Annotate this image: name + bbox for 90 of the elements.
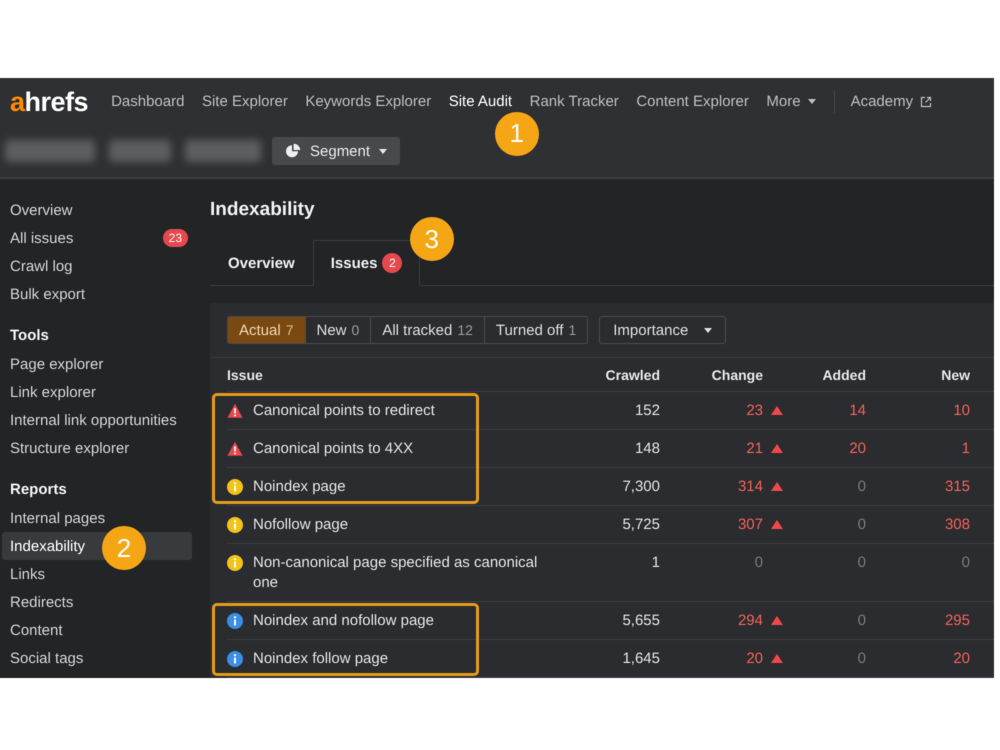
sidebar-item[interactable]: Overview (2, 196, 77, 224)
table-cell: Canonical points to redirect (253, 401, 435, 421)
sidebar-item[interactable]: Content (2, 616, 67, 644)
table-cell: 1 (962, 439, 970, 459)
caret-icon (704, 328, 712, 332)
count-badge: 23 (162, 229, 188, 247)
table-cell: 0 (858, 515, 866, 535)
column-header: New (941, 366, 970, 382)
info-icon (227, 517, 243, 533)
sidebar-item[interactable]: Redirects (2, 588, 78, 616)
sidebar-item[interactable]: Structure explorer (2, 434, 134, 462)
table-cell: 7,300 (622, 477, 660, 497)
info-icon (227, 651, 243, 667)
warning-triangle-icon (227, 403, 243, 419)
nav-link[interactable]: Dashboard (111, 92, 184, 112)
logo-wordmark[interactable]: ahrefs (10, 86, 88, 116)
sidebar-item[interactable]: Social tags (2, 644, 88, 672)
table-cell: 1,645 (622, 649, 660, 669)
table-cell: 0 (858, 611, 866, 631)
table-cell: 20 (849, 439, 866, 459)
segment-button[interactable]: Segment (272, 137, 400, 165)
column-header: Change (712, 366, 763, 382)
caret-icon (379, 148, 388, 154)
table-cell: 14 (849, 401, 866, 421)
table-cell: 0 (754, 553, 763, 573)
sidebar-item[interactable]: Link explorer (2, 378, 100, 406)
sidebar-heading: Reports (9, 480, 68, 500)
table-cell: Noindex page (253, 477, 346, 497)
filter-segment[interactable]: New 0 (304, 317, 370, 343)
table-cell: 294 (738, 611, 763, 631)
info-icon (227, 479, 243, 495)
table-cell: 21 (746, 439, 763, 459)
table-cell: 5,655 (622, 611, 660, 631)
nav-link[interactable]: Site Explorer (202, 92, 288, 112)
caret-icon (808, 99, 816, 104)
info-icon (227, 555, 243, 571)
tab[interactable]: Issues 2 (312, 240, 420, 286)
table-cell: 10 (953, 401, 970, 421)
info-icon (227, 613, 243, 629)
column-header: Issue (227, 366, 263, 382)
sidebar-item[interactable]: Crawl log (2, 252, 77, 280)
filter-segment[interactable]: Turned off 1 (484, 317, 588, 343)
table-cell: 314 (738, 477, 763, 497)
table-cell: 295 (944, 611, 970, 631)
table-cell: 0 (858, 649, 866, 669)
table-cell: 23 (746, 401, 763, 421)
table-cell: 0 (858, 553, 866, 573)
filter-segment[interactable]: All tracked 12 (370, 317, 484, 343)
pie-chart-icon (285, 143, 301, 159)
sidebar-item[interactable]: Indexability (2, 532, 90, 560)
table-cell: 315 (944, 477, 970, 497)
warning-triangle-icon (227, 441, 243, 457)
table-cell: 0 (962, 553, 970, 573)
step-marker: 3 (410, 217, 454, 261)
column-header: Crawled (606, 366, 660, 382)
count-badge: 2 (382, 253, 402, 273)
step-marker: 2 (102, 526, 146, 570)
sidebar-item[interactable]: Page explorer (2, 350, 108, 378)
table-cell: Noindex and nofollow page (253, 611, 434, 631)
table-cell: 148 (634, 439, 660, 459)
table-cell: Noindex follow page (253, 649, 388, 669)
table-cell: 308 (944, 515, 970, 535)
tab[interactable]: Overview (210, 240, 313, 286)
nav-link[interactable]: Content Explorer (636, 92, 749, 112)
sidebar-item[interactable]: Internal link opportunities (2, 406, 181, 434)
external-link-icon (920, 96, 932, 108)
page-title: Indexability (210, 198, 315, 222)
nav-link[interactable]: More (766, 92, 816, 112)
table-cell: 20 (746, 649, 763, 669)
sidebar-item[interactable]: Links (2, 560, 50, 588)
table-cell: 20 (953, 649, 970, 669)
sidebar-heading: Tools (9, 326, 50, 346)
nav-link[interactable]: Site Audit (448, 92, 512, 112)
table-cell: Nofollow page (253, 515, 348, 535)
table-cell: 1 (652, 553, 660, 573)
column-header: Added (822, 366, 866, 382)
nav-link[interactable]: Rank Tracker (530, 92, 619, 112)
table-cell-text: Non-canonical page specified as canonical one (253, 553, 538, 593)
table-cell: Canonical points to 4XX (253, 439, 414, 459)
sidebar-item[interactable]: All issues (2, 224, 78, 252)
sort-dropdown[interactable]: Importance (599, 316, 726, 344)
table-cell: 152 (634, 401, 660, 421)
sidebar-item[interactable]: Bulk export (2, 280, 90, 308)
nav-link[interactable]: Academy (850, 92, 932, 112)
nav-link[interactable]: Keywords Explorer (305, 92, 432, 112)
step-marker: 1 (494, 112, 539, 156)
table-cell: 5,725 (622, 515, 660, 535)
table-cell: 307 (738, 515, 763, 535)
table-cell: 0 (858, 477, 866, 497)
filter-segment[interactable]: Actual 7 (228, 317, 304, 343)
